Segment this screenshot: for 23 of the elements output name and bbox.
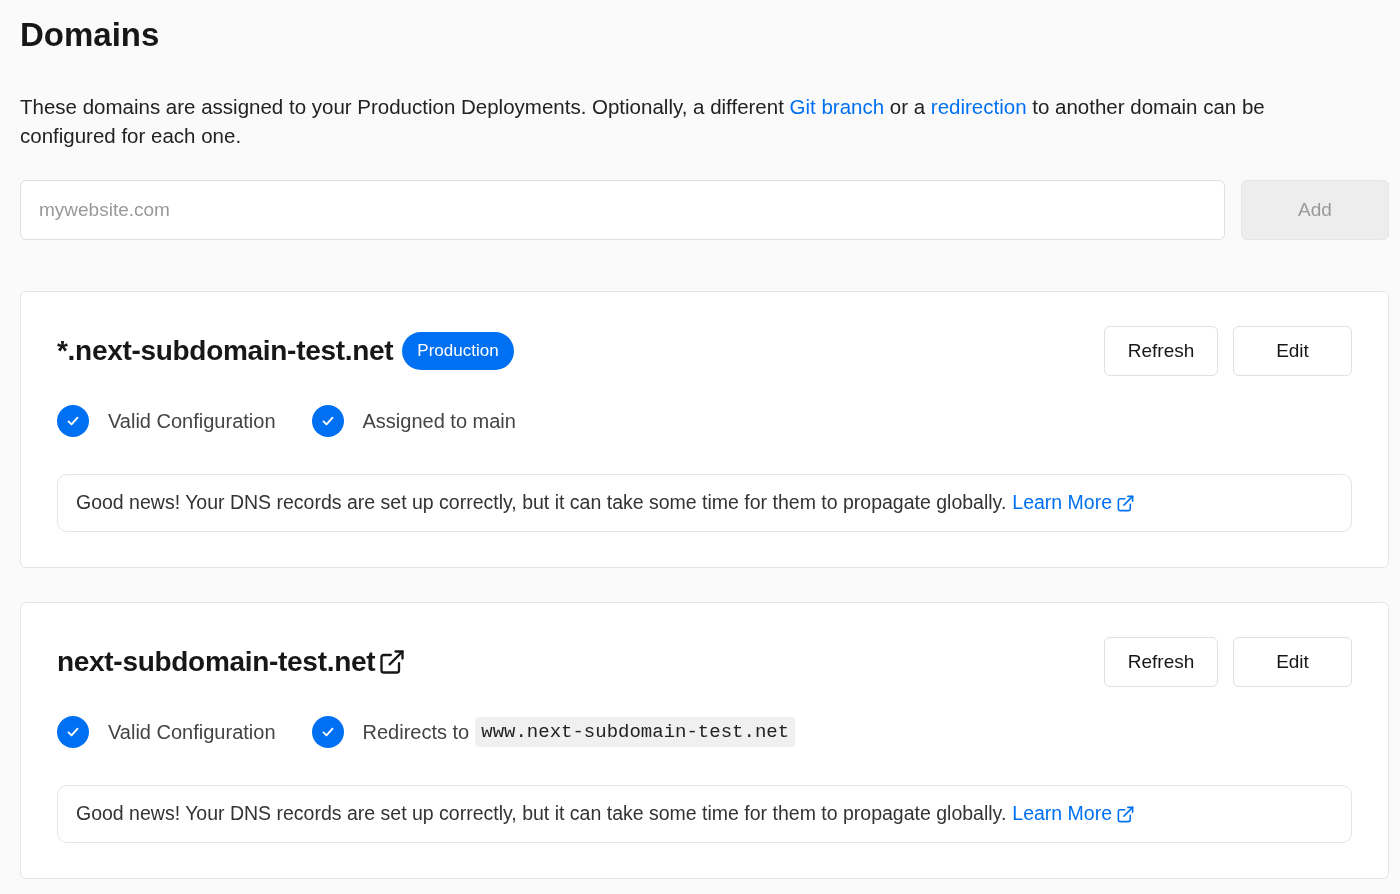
learn-more-link[interactable]: Learn More — [1012, 799, 1136, 829]
info-message: Good news! Your DNS records are set up correctly, but it can take some time for them to propagate globally. — [76, 490, 1007, 516]
external-link-icon — [1116, 804, 1136, 824]
description-text: These domains are assigned to your Production Deployments. Optionally, a different Git branch or a redirection to another domain can be configured for each one. — [20, 94, 1266, 149]
status-text: Assigned to main — [362, 409, 516, 434]
page-title: Domains — [20, 15, 161, 55]
status-text: Valid Configuration — [108, 409, 276, 434]
external-link-icon[interactable] — [378, 648, 407, 676]
external-link-icon — [1116, 493, 1136, 513]
status-text: Redirects to — [362, 720, 470, 745]
status-text: Valid Configuration — [108, 720, 276, 745]
learn-more-link[interactable]: Learn More — [1012, 488, 1136, 518]
production-badge: Production — [402, 332, 514, 370]
domain-name: *.next-subdomain-test.net — [57, 334, 394, 368]
domain-name: next-subdomain-test.net — [57, 645, 376, 679]
redirect-target: www.next-subdomain-test.net — [475, 716, 796, 748]
refresh-button[interactable]: Refresh — [1104, 326, 1218, 376]
info-message: Good news! Your DNS records are set up correctly, but it can take some time for them to propagate globally. — [76, 801, 1007, 827]
edit-button[interactable]: Edit — [1233, 637, 1352, 687]
description-link[interactable]: redirection — [930, 95, 1027, 118]
description-link[interactable]: Git branch — [789, 95, 885, 118]
refresh-button[interactable]: Refresh — [1104, 637, 1218, 687]
edit-button[interactable]: Edit — [1233, 326, 1352, 376]
